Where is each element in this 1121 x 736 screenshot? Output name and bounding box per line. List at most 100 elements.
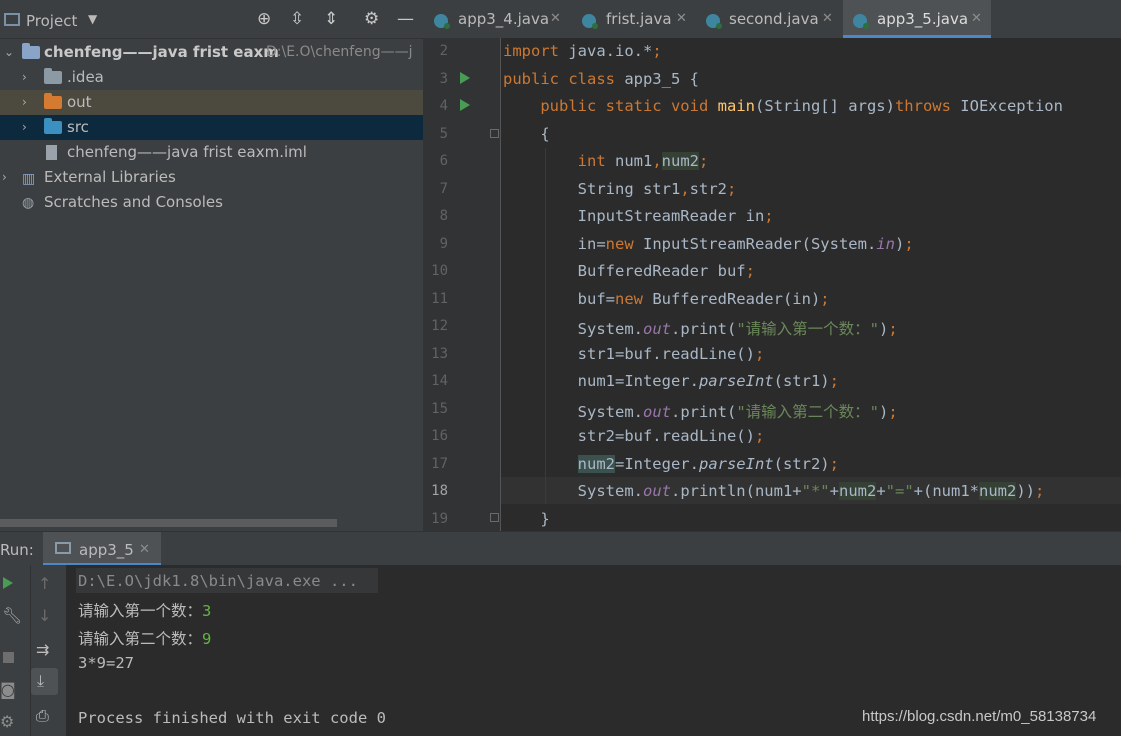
java-class-icon [853, 14, 869, 29]
soft-wrap-icon[interactable]: ⇉ [36, 640, 49, 659]
run-gutter-icon[interactable] [460, 72, 470, 84]
tab-app3-5[interactable]: app3_5.java ✕ [843, 0, 991, 38]
print-icon[interactable]: ⎙ [36, 706, 49, 726]
fold-marker-icon[interactable] [490, 513, 499, 522]
code-token: ; [904, 234, 914, 253]
code-token: } [503, 509, 550, 528]
chevron-right-icon[interactable]: › [22, 90, 27, 115]
code-line: BufferedReader buf; [503, 262, 755, 280]
console-command: D:\E.O\jdk1.8\bin\java.exe ... [78, 572, 358, 590]
project-panel-title[interactable]: Project [26, 12, 77, 30]
code-token: public static void [540, 97, 709, 115]
arrow-up-icon[interactable]: ↑ [38, 574, 51, 593]
code-token: str1=buf.readLine() [503, 344, 755, 363]
collapse-all-icon[interactable]: ⇕ [324, 9, 338, 29]
close-icon[interactable]: ✕ [139, 542, 150, 557]
scroll-to-end-icon: ⤓ [37, 671, 45, 690]
project-panel-header: Project ▼ ⊕ ⇳ ⇕ ⚙ — [0, 0, 423, 39]
scroll-to-end-button[interactable]: ⤓ [31, 668, 58, 695]
settings-icon[interactable]: ⚙ [0, 712, 14, 731]
code-token: str2 [689, 179, 727, 198]
code-token: BufferedReader(in) [642, 289, 821, 308]
tree-item-src[interactable]: › src [0, 115, 423, 140]
code-token: InputStreamReader(System. [633, 234, 877, 253]
code-line: System.out.println(num1+"*"+num2+"="+(nu… [503, 482, 1044, 500]
code-token: new [605, 234, 634, 253]
tree-item-label: .idea [67, 68, 104, 86]
line-number: 18 [431, 483, 448, 499]
tab-label: second.java [729, 10, 819, 28]
tree-item-scratches[interactable]: ◍ Scratches and Consoles [0, 190, 423, 215]
chevron-down-icon[interactable]: ▼ [88, 12, 97, 26]
close-icon[interactable]: ✕ [550, 0, 561, 42]
code-token: ; [754, 427, 765, 445]
close-icon[interactable]: ✕ [822, 0, 833, 42]
library-icon: ▥ [22, 171, 36, 187]
fold-marker-icon[interactable] [490, 129, 499, 138]
code-token: out [642, 482, 671, 500]
code-token: "请输入第一个数：" [736, 320, 879, 338]
tree-item-label: Scratches and Consoles [44, 193, 223, 211]
code-token: ; [1034, 482, 1045, 500]
arrow-down-icon[interactable]: ↓ [38, 606, 51, 625]
wrench-icon[interactable]: 🔧︎ [2, 606, 22, 625]
tree-item-project-root[interactable]: ⌄ chenfeng——java frist eaxm D:\E.O\chenf… [0, 40, 423, 65]
horizontal-scrollbar[interactable] [0, 519, 337, 527]
console-exit-message: Process finished with exit code 0 [78, 709, 386, 727]
close-icon[interactable]: ✕ [676, 0, 687, 42]
code-token: , [652, 152, 662, 170]
code-token: "请输入第二个数：" [736, 402, 879, 421]
rerun-icon[interactable] [3, 577, 13, 589]
code-token: str2=buf.readLine() [503, 427, 755, 445]
chevron-right-icon[interactable]: › [22, 115, 27, 140]
code-line: in=new InputStreamReader(System.in); [503, 235, 914, 253]
code-token: + [829, 482, 839, 500]
tab-second[interactable]: second.java ✕ [702, 0, 842, 38]
gear-icon[interactable]: ⚙ [364, 9, 379, 29]
line-number: 12 [431, 318, 448, 334]
expand-all-icon[interactable]: ⇳ [290, 9, 304, 29]
code-token: { [503, 124, 550, 143]
code-token: System. [503, 482, 643, 500]
line-number: 5 [439, 125, 448, 142]
code-token: (String[] args) [754, 97, 895, 115]
module-folder-icon [22, 43, 40, 59]
close-icon[interactable]: ✕ [971, 0, 982, 42]
tab-app3-4[interactable]: app3_4.java ✕ [430, 0, 570, 38]
run-tab-label: app3_5 [79, 541, 134, 559]
tree-item-label: chenfeng——java frist eaxm [44, 43, 279, 61]
file-icon [46, 145, 57, 160]
stop-icon[interactable] [3, 652, 14, 663]
run-gutter-icon[interactable] [460, 99, 470, 111]
chevron-down-icon[interactable]: ⌄ [4, 40, 14, 65]
line-number: 13 [431, 345, 448, 362]
toolbar-divider [30, 565, 31, 736]
excluded-folder-icon [44, 93, 62, 109]
tree-item-label: src [67, 118, 89, 136]
tree-item-idea[interactable]: › .idea [0, 65, 423, 90]
tab-frist[interactable]: frist.java ✕ [578, 0, 696, 38]
console-icon [55, 542, 71, 554]
camera-icon[interactable]: ◙ [0, 680, 16, 699]
console-prompt: 请输入第一个数： [78, 602, 203, 620]
chevron-right-icon[interactable]: › [22, 65, 27, 90]
line-number: 8 [439, 208, 448, 224]
tree-item-path: D:\E.O\chenfeng——j [266, 44, 413, 60]
tree-item-iml[interactable]: chenfeng——java frist eaxm.iml [0, 140, 423, 165]
code-token: "*" [801, 482, 830, 500]
code-token: num1 [605, 152, 653, 170]
hide-panel-icon[interactable]: — [397, 9, 414, 29]
code-line: InputStreamReader in; [503, 207, 774, 225]
code-token: ; [764, 207, 774, 225]
code-line: str2=buf.readLine(); [503, 427, 765, 445]
code-token: ; [829, 454, 839, 473]
chevron-right-icon[interactable]: › [2, 165, 7, 190]
locate-file-icon[interactable]: ⊕ [257, 9, 271, 29]
code-token: + [876, 482, 886, 500]
code-token: ) [894, 234, 905, 253]
tree-item-out[interactable]: › out [0, 90, 423, 115]
run-tab-app3-5[interactable]: app3_5 ✕ [43, 532, 161, 566]
tree-item-external-libraries[interactable]: › ▥ External Libraries [0, 165, 423, 190]
